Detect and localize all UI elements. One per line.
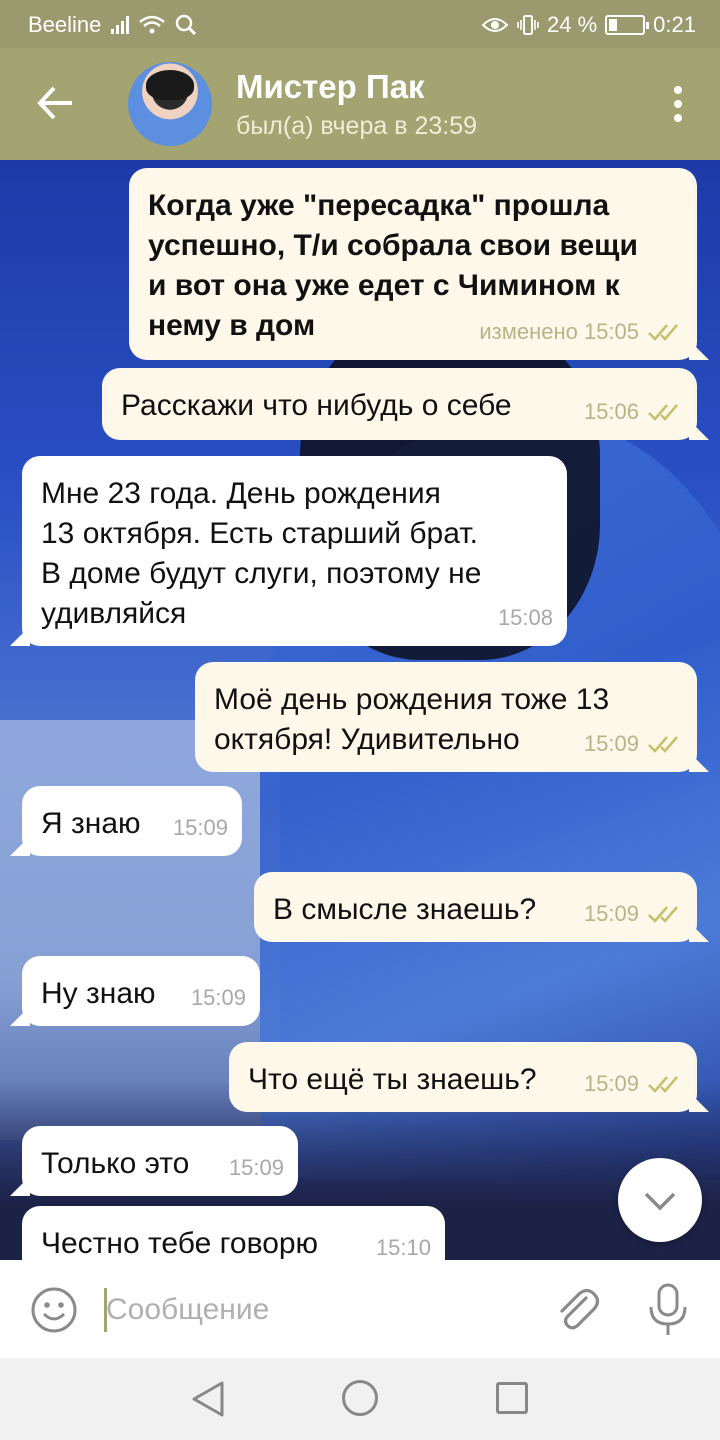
- chevron-down-icon: [644, 1192, 676, 1211]
- message-time: 15:09: [583, 1071, 639, 1096]
- status-bar: Beeline 24 % 0:21: [0, 0, 720, 48]
- scroll-down-button[interactable]: [618, 1158, 702, 1242]
- clock: 0:21: [653, 12, 696, 37]
- battery-percent: 24 %: [547, 12, 598, 37]
- battery-icon: [605, 15, 650, 35]
- message-bubble[interactable]: Мне 23 года. День рождения 13 октября. Е…: [22, 456, 567, 646]
- message-bubble[interactable]: Только это 15:09: [22, 1126, 298, 1196]
- nav-back-icon[interactable]: [190, 1380, 226, 1418]
- message-time: изменено 15:05: [479, 319, 639, 344]
- message-text: В смысле знаешь?: [273, 893, 537, 926]
- carrier-label: Beeline: [28, 12, 102, 37]
- message-text: Я знаю: [41, 807, 141, 840]
- signal-icon: [111, 16, 130, 34]
- chat-header: Мистер Пак был(а) вчера в 23:59: [0, 48, 720, 160]
- avatar[interactable]: [128, 62, 212, 146]
- double-check-icon: [648, 1076, 678, 1093]
- message-time: 15:09: [228, 1155, 284, 1180]
- message-bubble[interactable]: В смысле знаешь? 15:09: [254, 872, 697, 942]
- chat-area[interactable]: Когда уже "пересадка" прошла успешно, Т/…: [0, 160, 720, 1260]
- paperclip-icon[interactable]: [552, 1284, 600, 1334]
- message-time: 15:09: [172, 815, 228, 840]
- message-bubble[interactable]: Моё день рождения тоже 13 октября! Удиви…: [195, 662, 697, 772]
- message-text: Моё день рождения тоже 13 октября! Удиви…: [214, 683, 610, 756]
- nav-recents-icon[interactable]: [496, 1382, 528, 1414]
- message-time: 15:09: [190, 985, 246, 1010]
- message-bubble[interactable]: Ну знаю 15:09: [22, 956, 260, 1026]
- message-text: Только это: [41, 1147, 190, 1180]
- more-vertical-icon[interactable]: [674, 86, 684, 122]
- message-text: Ну знаю: [41, 977, 156, 1010]
- message-bubble[interactable]: Я знаю 15:09: [22, 786, 242, 856]
- message-text: Что ещё ты знаешь?: [248, 1063, 537, 1096]
- double-check-icon: [648, 906, 678, 923]
- message-bubble[interactable]: Честно тебе говорю 15:10: [22, 1206, 445, 1260]
- message-text: Мне 23 года. День рождения 13 октября. Е…: [41, 477, 482, 630]
- emoji-icon[interactable]: [30, 1286, 78, 1334]
- system-nav-bar: [0, 1358, 720, 1440]
- nav-home-icon[interactable]: [342, 1380, 378, 1416]
- message-time: 15:09: [583, 731, 639, 756]
- message-time: 15:06: [583, 399, 639, 424]
- message-composer: [0, 1260, 720, 1358]
- double-check-icon: [648, 404, 678, 421]
- wifi-icon: [139, 15, 166, 34]
- eye-icon: [481, 18, 509, 32]
- message-bubble[interactable]: Что ещё ты знаешь? 15:09: [229, 1042, 697, 1112]
- message-time: 15:10: [375, 1235, 431, 1260]
- vibrate-icon: [517, 15, 539, 35]
- search-icon: [176, 14, 197, 36]
- message-text: Расскажи что нибудь о себе: [121, 389, 512, 422]
- double-check-icon: [648, 736, 678, 753]
- last-seen-status: был(а) вчера в 23:59: [236, 112, 478, 140]
- microphone-icon[interactable]: [646, 1282, 690, 1338]
- double-check-icon: [648, 324, 678, 341]
- message-time: 15:09: [583, 901, 639, 926]
- message-bubble[interactable]: Расскажи что нибудь о себе 15:06: [102, 368, 697, 440]
- contact-name[interactable]: Мистер Пак: [236, 68, 425, 106]
- arrow-left-icon[interactable]: [30, 78, 80, 128]
- message-text: Честно тебе говорю: [41, 1227, 319, 1260]
- message-bubble[interactable]: Когда уже "пересадка" прошла успешно, Т/…: [129, 168, 697, 360]
- message-time: 15:08: [497, 605, 553, 630]
- message-input[interactable]: [106, 1288, 526, 1332]
